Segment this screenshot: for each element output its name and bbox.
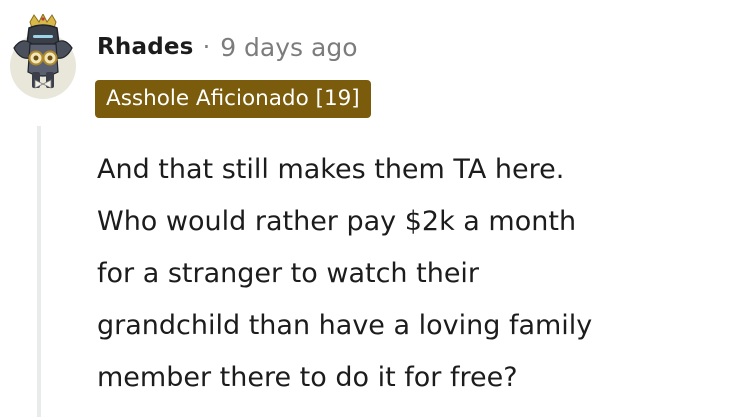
user-flair-badge: Asshole Aficionado [19] xyxy=(95,80,371,118)
comment-text-line: Who would rather pay $2k a month xyxy=(97,206,577,237)
comment-text-line: for a stranger to watch their xyxy=(97,258,480,289)
timestamp[interactable]: 9 days ago xyxy=(220,33,357,62)
meta-separator: · xyxy=(202,33,211,61)
comment-text-line: And that still makes them TA here. xyxy=(97,154,565,185)
user-avatar[interactable] xyxy=(8,12,78,102)
thread-line[interactable] xyxy=(37,126,41,417)
comment-body: And that still makes them TA here. Who w… xyxy=(97,144,737,404)
comment-text-line: member there to do it for free? xyxy=(97,362,518,393)
comment: Rhades · 9 days ago Asshole Aficionado [… xyxy=(0,0,747,417)
comment-text-line: grandchild than have a loving family xyxy=(97,310,593,341)
comment-meta: Rhades · 9 days ago xyxy=(97,30,358,64)
robot-knight-avatar-icon xyxy=(10,12,76,99)
username[interactable]: Rhades xyxy=(97,34,194,60)
